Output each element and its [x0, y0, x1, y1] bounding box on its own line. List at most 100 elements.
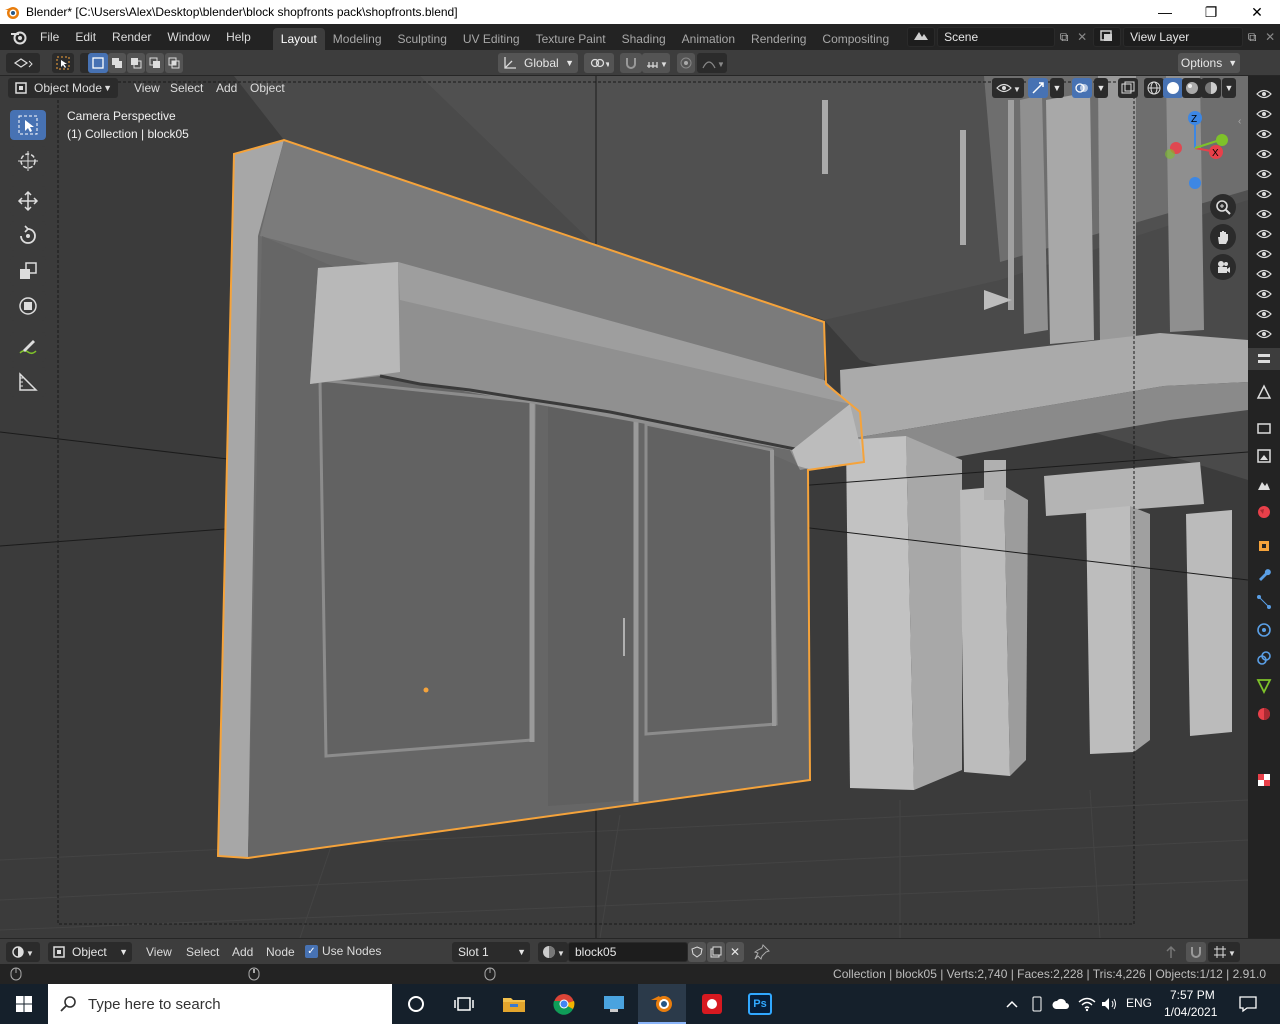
- tab-sculpting[interactable]: Sculpting: [390, 28, 455, 50]
- 3d-viewport[interactable]: Object Mode ▼ View Select Add Object ▼ ▼…: [0, 76, 1248, 938]
- notifications-icon[interactable]: [1238, 995, 1258, 1013]
- material-name-field[interactable]: block05: [568, 942, 688, 962]
- proportional-edit-toggle[interactable]: [677, 53, 695, 73]
- antivirus-app[interactable]: [688, 984, 736, 1024]
- visibility-eye-icon[interactable]: [1256, 128, 1272, 140]
- proportional-falloff-dropdown[interactable]: ▼: [697, 53, 727, 73]
- menu-file[interactable]: File: [32, 24, 67, 50]
- photoshop-app[interactable]: Ps: [736, 984, 784, 1024]
- material-slot-dropdown[interactable]: Slot 1 ▼: [452, 942, 530, 962]
- gizmo-dropdown[interactable]: ▼: [1050, 78, 1064, 98]
- blender-app[interactable]: [638, 984, 686, 1024]
- scene-name-field[interactable]: Scene: [937, 27, 1056, 47]
- shading-dropdown[interactable]: ▼: [1222, 78, 1236, 98]
- device-icon[interactable]: [1030, 996, 1044, 1012]
- chrome-app[interactable]: [540, 984, 588, 1024]
- tab-compositing[interactable]: Compositing: [814, 28, 897, 50]
- visibility-eye-icon[interactable]: [1256, 228, 1272, 240]
- tool-measure[interactable]: [10, 367, 46, 397]
- onedrive-cloud-icon[interactable]: [1052, 997, 1070, 1011]
- parent-node-tree-icon[interactable]: [1162, 944, 1180, 963]
- new-view-layer-icon[interactable]: ⧉: [1243, 30, 1261, 45]
- unlink-material-button[interactable]: ✕: [726, 942, 744, 962]
- chevron-up-icon[interactable]: [1005, 997, 1019, 1011]
- tab-texture-paint[interactable]: Texture Paint: [528, 28, 614, 50]
- mode-invert-button[interactable]: [146, 53, 164, 73]
- zoom-button[interactable]: [1210, 194, 1236, 220]
- mode-dropdown[interactable]: Object Mode ▼: [8, 78, 118, 98]
- tool-annotate[interactable]: [10, 332, 46, 362]
- new-material-button[interactable]: [707, 942, 725, 962]
- particles-icon[interactable]: [1256, 594, 1272, 610]
- 3d-scene-canvas[interactable]: [0, 76, 1248, 938]
- delete-view-layer-icon[interactable]: ✕: [1261, 30, 1279, 44]
- tab-rendering[interactable]: Rendering: [743, 28, 814, 50]
- scene-properties-icon[interactable]: [1256, 476, 1272, 492]
- menu-render[interactable]: Render: [104, 24, 159, 50]
- options-dropdown[interactable]: Options ▼: [1178, 53, 1240, 73]
- shading-rendered-button[interactable]: [1201, 78, 1221, 98]
- shader-type-dropdown[interactable]: Object ▼: [48, 942, 132, 962]
- sidebar-toggle-icon[interactable]: ‹: [1238, 116, 1241, 127]
- viewport-menu-object[interactable]: Object: [244, 78, 291, 98]
- visibility-eye-icon[interactable]: [1256, 148, 1272, 160]
- shading-material-button[interactable]: [1182, 78, 1202, 98]
- visibility-dropdown[interactable]: ▼: [992, 78, 1024, 98]
- node-menu-view[interactable]: View: [140, 942, 178, 962]
- blender-menu-icon[interactable]: [10, 29, 28, 45]
- visibility-eye-icon[interactable]: [1256, 168, 1272, 180]
- mode-extend-button[interactable]: [108, 53, 126, 73]
- menu-window[interactable]: Window: [159, 24, 218, 50]
- wifi-icon[interactable]: [1078, 996, 1096, 1012]
- close-window-button[interactable]: ✕: [1234, 0, 1280, 24]
- camera-view-button[interactable]: [1210, 254, 1236, 280]
- transform-orientation-dropdown[interactable]: Global ▼: [498, 53, 578, 73]
- task-view-button[interactable]: [440, 984, 488, 1024]
- editor-type-button[interactable]: ▼: [6, 942, 40, 962]
- taskbar-search-box[interactable]: Type here to search: [48, 984, 392, 1024]
- snap-node-toggle[interactable]: [1186, 942, 1206, 962]
- snap-target-dropdown[interactable]: ▼: [642, 53, 670, 73]
- fake-user-button[interactable]: [688, 942, 706, 962]
- node-menu-node[interactable]: Node: [260, 942, 301, 962]
- tab-modeling[interactable]: Modeling: [325, 28, 390, 50]
- tool-transform[interactable]: [10, 291, 46, 321]
- material-properties-icon[interactable]: [1256, 706, 1272, 722]
- tab-layout[interactable]: Layout: [272, 28, 325, 50]
- start-button[interactable]: [0, 984, 48, 1024]
- navigation-gizmo[interactable]: Z X: [1160, 110, 1230, 190]
- mode-set-button[interactable]: [88, 53, 108, 73]
- pan-button[interactable]: [1210, 224, 1236, 250]
- remote-desktop-app[interactable]: [590, 984, 638, 1024]
- menu-help[interactable]: Help: [218, 24, 259, 50]
- tool-cursor[interactable]: [10, 146, 46, 176]
- view-layer-selector-button[interactable]: [1093, 27, 1122, 47]
- visibility-eye-icon[interactable]: [1256, 188, 1272, 200]
- active-tool-button[interactable]: [52, 53, 74, 73]
- mode-subtract-button[interactable]: [127, 53, 145, 73]
- gizmo-toggle[interactable]: [1028, 78, 1048, 98]
- pin-icon[interactable]: [753, 944, 770, 963]
- constraints-icon[interactable]: [1256, 650, 1272, 666]
- minimize-button[interactable]: —: [1142, 0, 1188, 24]
- visibility-eye-icon[interactable]: [1256, 268, 1272, 280]
- browse-material-button[interactable]: ▼: [538, 942, 568, 962]
- tool-move[interactable]: [10, 186, 46, 216]
- maximize-button[interactable]: ❐: [1188, 0, 1234, 24]
- cortana-button[interactable]: [392, 984, 440, 1024]
- snap-toggle-button[interactable]: [620, 53, 642, 73]
- properties-tab-tool[interactable]: [1248, 348, 1280, 370]
- visibility-eye-icon[interactable]: [1256, 208, 1272, 220]
- view-layer-name-field[interactable]: View Layer: [1123, 27, 1244, 47]
- viewport-menu-view[interactable]: View: [128, 78, 166, 98]
- object-properties-icon[interactable]: [1256, 538, 1272, 554]
- texture-properties-icon[interactable]: [1256, 772, 1272, 788]
- editor-type-button[interactable]: [6, 53, 40, 73]
- volume-icon[interactable]: [1100, 996, 1118, 1012]
- delete-scene-icon[interactable]: ✕: [1073, 30, 1091, 44]
- node-menu-add[interactable]: Add: [226, 942, 259, 962]
- language-indicator[interactable]: ENG: [1126, 996, 1152, 1010]
- tab-animation[interactable]: Animation: [674, 28, 743, 50]
- object-data-mesh-icon[interactable]: [1256, 678, 1272, 694]
- shading-solid-button[interactable]: [1163, 78, 1183, 98]
